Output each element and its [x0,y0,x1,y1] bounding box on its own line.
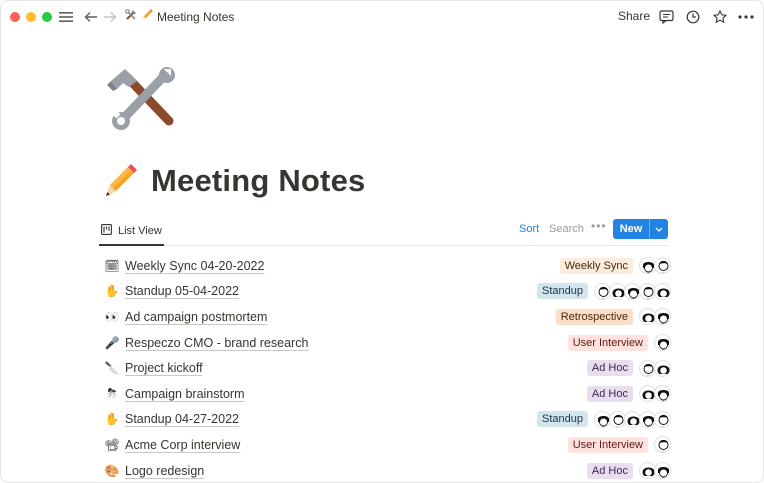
arrow-left-icon[interactable] [82,8,100,26]
page-title-row: Meeting Notes [103,163,365,199]
list-item[interactable]: ✋ Standup 05-04-2022 Standup [99,279,671,305]
row-emoji-icon: 📽 [104,437,120,452]
view-bar: List View Sort Search ••• New [99,217,669,246]
list-item[interactable]: ✋ Standup 04-27-2022 Standup [99,407,671,433]
row-emoji-icon: 👀 [104,309,120,324]
row-meta: Standup [537,279,671,305]
breadcrumb[interactable]: Meeting Notes [125,9,234,24]
row-title[interactable]: Standup 05-04-2022 [125,284,239,298]
window-controls [10,12,52,22]
minimize-window-button[interactable] [26,12,36,22]
tab-list-view[interactable]: List View [99,217,164,246]
avatar [654,410,671,428]
row-meta: Weekly Sync [559,253,671,279]
avatar [654,282,671,300]
row-title[interactable]: Ad campaign postmortem [125,310,267,324]
view-more-button[interactable]: ••• [591,219,607,233]
search-button[interactable]: Search [549,223,584,235]
row-emoji-icon: ⛈ [107,386,117,401]
attendee-avatars[interactable] [654,334,671,352]
hammer-wrench-emoji-icon [125,9,137,24]
sort-button[interactable]: Sort [519,223,539,235]
row-emoji-icon: 🔪 [104,361,120,376]
breadcrumb-label: Meeting Notes [157,9,235,24]
tab-label: List View [118,224,162,237]
attendee-avatars[interactable] [639,257,671,275]
type-tag: Standup [537,283,588,300]
row-emoji-icon: ✋ [104,284,120,299]
chevron-down-icon[interactable] [649,219,668,239]
avatar [654,308,671,326]
row-meta: Ad Hoc [586,381,671,407]
row-title[interactable]: Weekly Sync 04-20-2022 [125,259,264,273]
arrow-right-icon[interactable] [101,8,119,26]
row-emoji-icon: 🎤 [104,335,120,350]
type-tag: Standup [537,411,588,428]
row-meta: User Interview [567,432,671,458]
row-emoji-icon: 🗓 [104,258,120,273]
list-item[interactable]: 👀 Ad campaign postmortem Retrospective [99,304,671,330]
row-title[interactable]: Campaign brainstorm [125,387,245,401]
top-bar: Meeting Notes Share [1,1,763,33]
page-title[interactable]: Meeting Notes [151,163,365,199]
row-emoji-icon: ✋ [104,412,120,427]
clock-icon[interactable] [684,8,702,26]
type-tag: Ad Hoc [586,385,633,402]
list-item[interactable]: ⛈ Campaign brainstorm Ad Hoc [99,381,671,407]
avatar [654,462,671,480]
attendee-avatars[interactable] [639,462,671,480]
type-tag: User Interview [567,436,648,453]
type-tag: Weekly Sync [559,257,633,274]
new-button-label[interactable]: New [613,219,649,239]
new-button[interactable]: New [613,219,668,239]
attendee-avatars[interactable] [639,385,671,403]
attendee-avatars[interactable] [654,436,671,454]
list-view-icon [101,223,112,238]
star-icon[interactable] [711,8,729,26]
type-tag: Ad Hoc [586,360,633,377]
list-item[interactable]: 🔪 Project kickoff Ad Hoc [99,355,671,381]
pencil-emoji-icon [141,9,153,24]
page-icon[interactable] [107,67,177,133]
avatar [654,436,671,454]
maximize-window-button[interactable] [42,12,52,22]
avatar [654,359,671,377]
meeting-list: 🗓 Weekly Sync 04-20-2022 Weekly Sync ✋ Stand… [99,253,671,482]
row-title[interactable]: Acme Corp interview [125,438,240,452]
row-meta: Standup [537,407,671,433]
row-title[interactable]: Respeczo CMO - brand research [125,336,308,350]
row-title[interactable]: Logo redesign [125,464,204,478]
row-title[interactable]: Project kickoff [125,361,203,375]
list-item[interactable]: 🎤 Respeczo CMO - brand research User Inter… [99,330,671,356]
comment-icon[interactable] [657,8,675,26]
pencil-emoji-icon[interactable] [103,163,137,199]
menu-icon[interactable] [57,8,75,26]
list-item[interactable]: 🗓 Weekly Sync 04-20-2022 Weekly Sync [99,253,671,279]
avatar [654,257,671,275]
row-meta: Ad Hoc [586,458,671,482]
avatar [654,385,671,403]
row-title[interactable]: Standup 04-27-2022 [125,412,239,426]
list-item[interactable]: 🎨 Logo redesign Ad Hoc [99,458,671,482]
row-meta: Retrospective [555,304,671,330]
attendee-avatars[interactable] [639,359,671,377]
close-window-button[interactable] [10,12,20,22]
row-meta: Ad Hoc [586,355,671,381]
row-emoji-icon: 🎨 [104,463,120,478]
more-icon[interactable] [737,8,755,26]
type-tag: Ad Hoc [586,462,633,479]
share-button[interactable]: Share [618,9,650,23]
avatar [654,334,671,352]
type-tag: User Interview [567,334,648,351]
attendee-avatars[interactable] [594,282,671,300]
row-meta: User Interview [567,330,671,356]
list-item[interactable]: 📽 Acme Corp interview User Interview [99,432,671,458]
attendee-avatars[interactable] [594,410,671,428]
type-tag: Retrospective [555,308,633,325]
app-window: Meeting Notes Share Meeting Notes List V… [0,0,764,483]
attendee-avatars[interactable] [639,308,671,326]
